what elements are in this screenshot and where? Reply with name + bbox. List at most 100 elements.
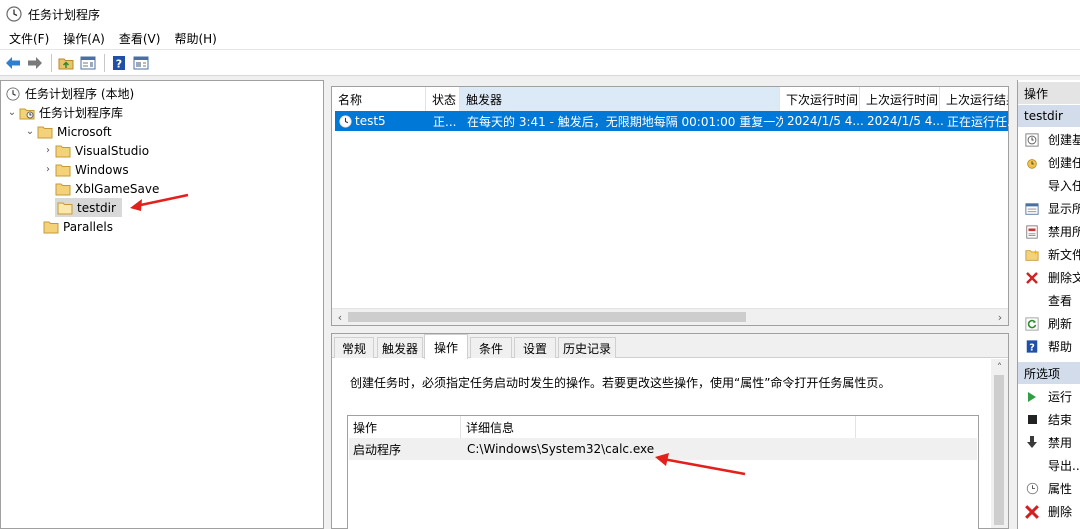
action-help[interactable]: ? 帮助 bbox=[1018, 335, 1080, 358]
scrollbar-thumb[interactable] bbox=[348, 312, 746, 322]
action-export[interactable]: 导出... bbox=[1018, 454, 1080, 477]
vertical-scrollbar[interactable]: ˄ bbox=[991, 359, 1008, 528]
scroll-up-icon[interactable]: ˄ bbox=[991, 359, 1008, 375]
actions-pane-header: 操作 bbox=[1018, 82, 1080, 104]
column-header-action[interactable]: 操作 bbox=[348, 416, 461, 438]
action-label: 新文件 bbox=[1048, 248, 1080, 262]
column-header-last-run[interactable]: 上次运行时间 bbox=[860, 87, 940, 111]
show-action-pane-button[interactable] bbox=[131, 53, 151, 73]
forward-button[interactable] bbox=[25, 53, 45, 73]
running-tasks-icon bbox=[1024, 201, 1040, 217]
tree-item-label: Windows bbox=[75, 162, 129, 177]
help-button[interactable]: ? bbox=[109, 53, 129, 73]
action-disable[interactable]: 禁用 bbox=[1018, 431, 1080, 454]
action-label: 查看 bbox=[1048, 294, 1073, 308]
action-label: 属性 bbox=[1048, 482, 1073, 496]
blank-icon bbox=[1024, 293, 1040, 309]
console-tree: 任务计划程序 (本地) ⌄ 任务计划程序库 ⌄ Microsoft › Visu… bbox=[0, 80, 324, 529]
tree-item-label: XblGameSave bbox=[75, 181, 160, 196]
action-import-task[interactable]: 导入任 bbox=[1018, 174, 1080, 197]
action-label: 创建任 bbox=[1048, 156, 1080, 170]
horizontal-scrollbar[interactable]: ‹ › bbox=[332, 308, 1008, 325]
forward-arrow-icon bbox=[28, 56, 42, 69]
action-create-task[interactable]: 创建任 bbox=[1018, 151, 1080, 174]
column-header-trigger[interactable]: 触发器 bbox=[460, 87, 780, 111]
properties-clock-icon bbox=[1024, 481, 1040, 497]
actions-selected-section[interactable]: 所选项 bbox=[1018, 362, 1080, 384]
action-view[interactable]: 查看 bbox=[1018, 289, 1080, 312]
tree-item-library[interactable]: ⌄ 任务计划程序库 bbox=[5, 103, 123, 122]
action-delete-folder[interactable]: 删除文 bbox=[1018, 266, 1080, 289]
task-list: 名称 状态 触发器 下次运行时间 上次运行时间 上次运行结果 test5 正..… bbox=[331, 86, 1009, 326]
chevron-down-icon[interactable]: ⌄ bbox=[23, 126, 37, 137]
scroll-right-icon[interactable]: › bbox=[992, 309, 1008, 326]
tab-conditions[interactable]: 条件 bbox=[470, 337, 512, 358]
tree-item-windows[interactable]: › Windows bbox=[41, 160, 129, 179]
table-row[interactable]: test5 正... 在每天的 3:41 - 触发后，无限期地每隔 00:01:… bbox=[335, 111, 1009, 131]
tree-item-xblgamesave[interactable]: XblGameSave bbox=[55, 179, 159, 198]
tab-settings[interactable]: 设置 bbox=[514, 337, 556, 358]
tree-item-parallels[interactable]: Parallels bbox=[41, 217, 113, 236]
toolbar: ? bbox=[0, 50, 1080, 76]
action-delete[interactable]: 删除 bbox=[1018, 500, 1080, 523]
chevron-down-icon[interactable]: ⌄ bbox=[5, 107, 19, 118]
tab-actions[interactable]: 操作 bbox=[424, 334, 468, 359]
action-create-basic-task[interactable]: 创建基 bbox=[1018, 128, 1080, 151]
folder-icon bbox=[55, 164, 71, 176]
help-icon: ? bbox=[113, 55, 125, 70]
action-show-running-tasks[interactable]: 显示所 bbox=[1018, 197, 1080, 220]
task-detail-panel: 常规 触发器 操作 条件 设置 历史记录 创建任务时，必须指定任务启动时发生的操… bbox=[331, 333, 1009, 529]
actions-table: 操作 详细信息 启动程序 C:\Windows\System32\calc.ex… bbox=[347, 415, 979, 529]
menu-file[interactable]: 文件(F) bbox=[2, 28, 56, 50]
folder-icon bbox=[43, 221, 59, 233]
action-refresh[interactable]: 刷新 bbox=[1018, 312, 1080, 335]
window-title: 任务计划程序 bbox=[28, 7, 101, 22]
column-header-last-result[interactable]: 上次运行结果 bbox=[940, 87, 1008, 111]
column-header-status[interactable]: 状态 bbox=[426, 87, 460, 111]
tree-item-microsoft[interactable]: ⌄ Microsoft bbox=[23, 122, 112, 141]
action-label: 运行 bbox=[1048, 390, 1073, 404]
action-properties[interactable]: 属性 bbox=[1018, 477, 1080, 500]
action-end[interactable]: 结束 bbox=[1018, 408, 1080, 431]
actions-folder-section[interactable]: testdir bbox=[1018, 105, 1080, 127]
folder-icon bbox=[55, 145, 71, 157]
blank-icon bbox=[1024, 458, 1040, 474]
tree-item-root[interactable]: 任务计划程序 (本地) bbox=[5, 84, 134, 103]
task-last-result: 正在运行任... bbox=[947, 114, 1009, 129]
tree-item-label: Parallels bbox=[63, 219, 113, 234]
back-arrow-icon bbox=[6, 56, 20, 69]
column-header-name[interactable]: 名称 bbox=[332, 87, 426, 111]
action-disable-all-history[interactable]: 禁用所 bbox=[1018, 220, 1080, 243]
show-hide-tree-button[interactable] bbox=[78, 53, 98, 73]
action-run[interactable]: 运行 bbox=[1018, 385, 1080, 408]
console-tree-icon bbox=[80, 56, 96, 69]
chevron-right-icon[interactable]: › bbox=[41, 164, 55, 175]
table-row[interactable]: 启动程序 C:\Windows\System32\calc.exe bbox=[349, 438, 977, 460]
tree-item-label: testdir bbox=[77, 200, 116, 215]
action-label: 创建基 bbox=[1048, 133, 1080, 147]
tab-general[interactable]: 常规 bbox=[334, 337, 374, 358]
column-header-next-run[interactable]: 下次运行时间 bbox=[780, 87, 860, 111]
task-name-cell: test5 bbox=[339, 111, 427, 131]
scrollbar-thumb[interactable] bbox=[994, 375, 1004, 525]
tree-item-visualstudio[interactable]: › VisualStudio bbox=[41, 141, 149, 160]
tree-item-testdir[interactable]: testdir bbox=[55, 198, 122, 217]
folder-up-icon bbox=[58, 58, 74, 69]
action-new-folder[interactable]: 新文件 bbox=[1018, 243, 1080, 266]
menu-help[interactable]: 帮助(H) bbox=[167, 28, 223, 50]
scroll-left-icon[interactable]: ‹ bbox=[332, 309, 348, 326]
create-task-icon bbox=[1024, 155, 1040, 171]
tab-triggers[interactable]: 触发器 bbox=[377, 337, 423, 358]
tab-history[interactable]: 历史记录 bbox=[558, 337, 616, 358]
action-detail: C:\Windows\System32\calc.exe bbox=[467, 442, 655, 456]
column-header-details[interactable]: 详细信息 bbox=[461, 416, 856, 438]
up-folder-button[interactable] bbox=[56, 53, 76, 73]
action-label: 显示所 bbox=[1048, 202, 1080, 216]
back-button[interactable] bbox=[3, 53, 23, 73]
chevron-right-icon[interactable]: › bbox=[41, 145, 55, 156]
action-label: 刷新 bbox=[1048, 317, 1073, 331]
task-name: test5 bbox=[355, 114, 386, 128]
menu-view[interactable]: 查看(V) bbox=[112, 28, 168, 50]
svg-text:?: ? bbox=[1029, 342, 1035, 353]
menu-action[interactable]: 操作(A) bbox=[56, 28, 112, 50]
